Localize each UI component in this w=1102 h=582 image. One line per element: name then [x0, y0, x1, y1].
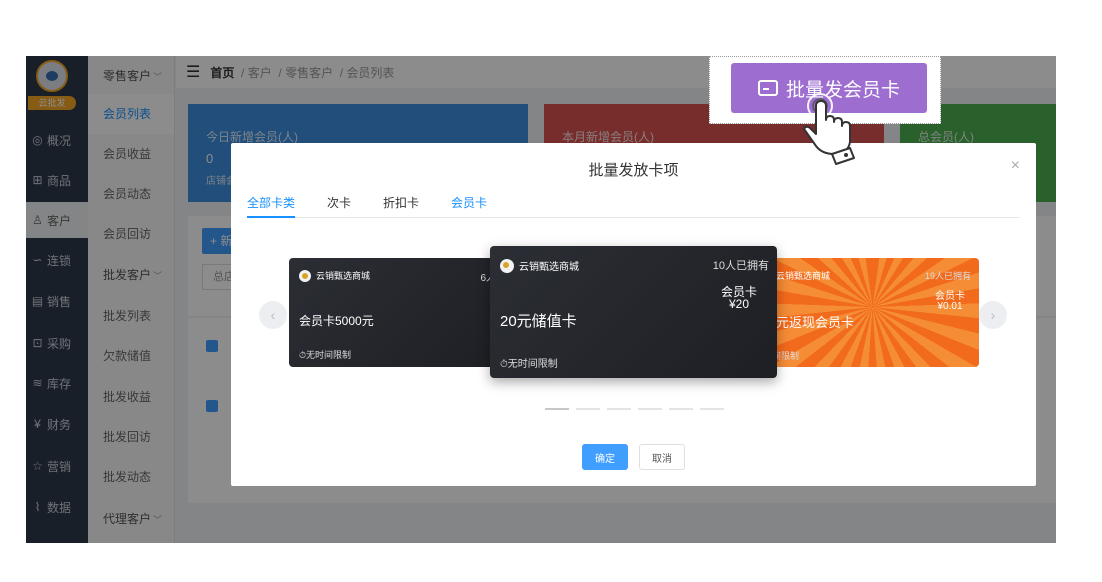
carousel-dot[interactable]: [545, 408, 569, 410]
card-type-label: 会员卡 ¥0.01: [935, 292, 965, 312]
shop-logo-icon: [299, 269, 311, 282]
card-price: ¥20: [728, 297, 749, 311]
confirm-button[interactable]: 确定: [582, 444, 628, 470]
card-name: 元返现会员卡: [776, 315, 855, 330]
batch-issue-card-dialog: 批量发放卡项 × 全部卡类 次卡 折扣卡 会员卡 ‹ › 云销甄选商城 6人 会…: [231, 143, 1036, 486]
card-owned-count: 10人已拥有: [712, 260, 769, 272]
card-validity: ⏱无时间限制: [500, 359, 558, 370]
dialog-title: 批量发放卡项: [588, 162, 679, 179]
card-name: 20元储值卡: [500, 313, 577, 330]
carousel-dot[interactable]: [607, 408, 631, 410]
tab-count-card[interactable]: 次卡: [327, 194, 351, 218]
carousel-dot[interactable]: [638, 408, 662, 410]
close-icon[interactable]: ×: [1011, 157, 1020, 175]
card-shop-name: 云销甄选商城: [776, 271, 831, 281]
carousel-dot[interactable]: [669, 408, 693, 410]
card-type-tabs: 全部卡类 次卡 折扣卡 会员卡: [247, 194, 1020, 218]
tab-member-card[interactable]: 会员卡: [451, 194, 487, 218]
card-shop-name: 云销甄选商城: [519, 262, 579, 273]
cancel-button[interactable]: 取消: [639, 444, 685, 470]
card-price: ¥0.01: [937, 301, 963, 312]
tab-all-cards[interactable]: 全部卡类: [247, 194, 296, 218]
card-owned-count: 19人已拥有: [924, 271, 971, 281]
card-shop-name: 云销甄选商城: [316, 271, 371, 281]
carousel-indicators: [545, 408, 724, 410]
carousel-next-button[interactable]: ›: [979, 301, 1007, 329]
card-item[interactable]: 云销甄选商城 19人已拥有 会员卡 ¥0.01 元返现会员卡 间限制: [766, 258, 979, 367]
shop-logo-icon: [500, 258, 514, 273]
card-type-label: 会员卡 ¥20: [721, 286, 757, 310]
carousel-dot[interactable]: [700, 408, 724, 410]
card-icon: [757, 80, 778, 96]
card-shop: 云销甄选商城: [299, 269, 370, 282]
carousel-prev-button[interactable]: ‹: [259, 301, 287, 329]
card-shop: 云销甄选商城: [500, 258, 579, 273]
card-shop: 云销甄选商城: [776, 269, 830, 282]
card-item-selected[interactable]: 云销甄选商城 10人已拥有 会员卡 ¥20 20元储值卡 ⏱无时间限制: [490, 246, 777, 378]
pointer-hand-icon: [803, 93, 855, 165]
card-validity: ⏱无时间限制: [299, 350, 352, 360]
card-item[interactable]: 云销甄选商城 6人 会¥ 会员卡5000元 ⏱无时间限制: [289, 258, 504, 367]
card-name: 会员卡5000元: [299, 314, 374, 328]
tab-discount-card[interactable]: 折扣卡: [383, 194, 419, 218]
carousel-dot[interactable]: [576, 408, 600, 410]
